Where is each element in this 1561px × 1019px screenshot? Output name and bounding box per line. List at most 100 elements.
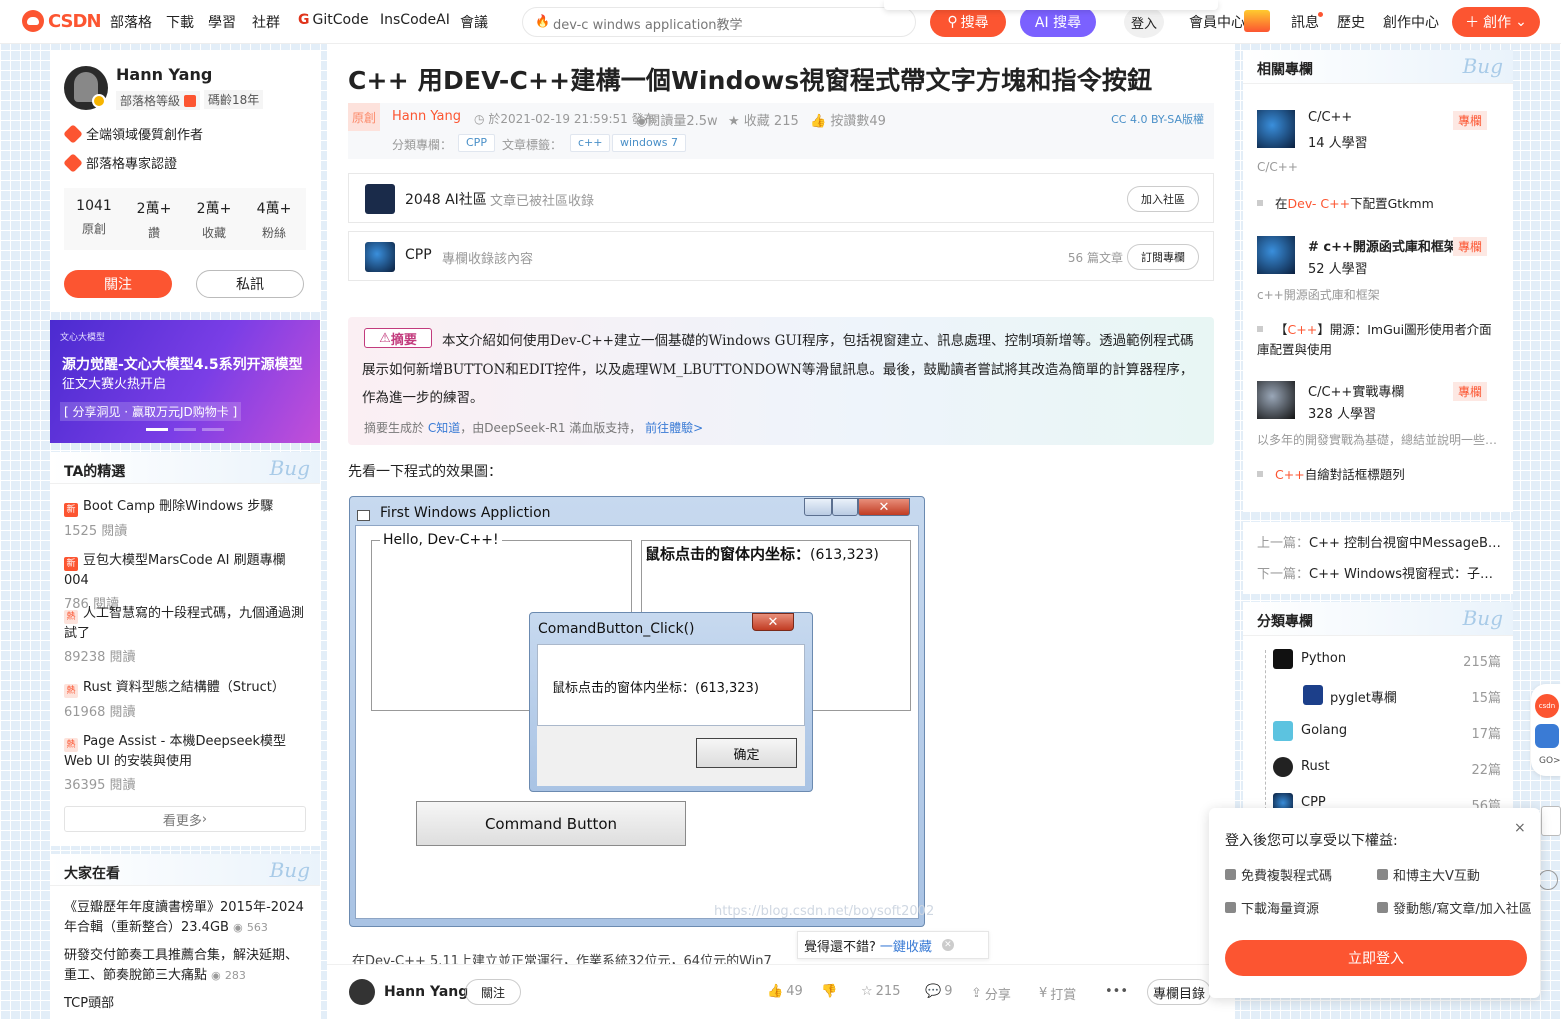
toolbar-dislike-button[interactable]: 👎 bbox=[821, 984, 837, 999]
join-community-button[interactable]: 加入社區 bbox=[1127, 186, 1199, 212]
list-item[interactable]: 熱人工智慧寫的十段程式碼，九個通過測試了 89238 閱讀 bbox=[64, 604, 306, 665]
community-box: 2048 AI社區 文章已被社區收錄 加入社區 bbox=[348, 173, 1214, 223]
one-click-collect-link[interactable]: 一鍵收藏 bbox=[880, 936, 932, 955]
list-item[interactable]: TCP頭部 bbox=[64, 994, 309, 1014]
toolbar-comment-button[interactable]: 💬 9 bbox=[925, 984, 952, 999]
category-item[interactable]: Rust 22篇 bbox=[1257, 757, 1501, 778]
member-center-link[interactable]: 會員中心 bbox=[1189, 12, 1245, 32]
license-link[interactable]: CC 4.0 BY-SA版權 bbox=[1111, 111, 1204, 127]
carousel-dot[interactable] bbox=[146, 428, 168, 431]
community-name[interactable]: 2048 AI社區 bbox=[405, 189, 487, 209]
close-icon[interactable]: × bbox=[1514, 820, 1526, 836]
column-thumb bbox=[1257, 381, 1295, 419]
list-item[interactable]: 新豆包大模型MarsCode AI 刷題專欄004 786 閱讀 bbox=[64, 551, 306, 612]
category-item[interactable]: Golang 17篇 bbox=[1257, 721, 1501, 742]
like-count[interactable]: 👍 按讚數49 bbox=[810, 110, 886, 129]
carousel-dot[interactable] bbox=[202, 428, 224, 431]
stat-collects[interactable]: 2萬+ 收藏 bbox=[184, 198, 244, 241]
coord-label-value: (613,323) bbox=[810, 547, 879, 563]
more-options-icon[interactable]: ••• bbox=[1105, 984, 1128, 999]
toolbar-like-button[interactable]: 👍 49 bbox=[767, 984, 803, 999]
nav-link-learn[interactable]: 學習 bbox=[208, 12, 236, 32]
list-item[interactable]: 研發交付節奏工具推薦合集，解決延期、重工、節奏脫節三大痛點 ◉ 283 bbox=[64, 946, 309, 986]
article-meta: 原創 Hann Yang ◷ 於2021-02-19 21:59:51 發布 ◉… bbox=[348, 103, 1214, 159]
tag-chip[interactable]: c++ bbox=[570, 134, 611, 152]
cknow-link[interactable]: C知道 bbox=[428, 421, 460, 435]
nav-link-inscodeai[interactable]: InsCodeAI bbox=[380, 12, 450, 28]
follow-button[interactable]: 關注 bbox=[64, 270, 172, 298]
promo-banner[interactable]: 文心大模型 源力觉醒-文心大模型4.5系列开源模型 征文大赛火热开启 [ 分享洞… bbox=[50, 320, 320, 443]
ai-search-button[interactable]: AI 搜尋 bbox=[1020, 7, 1096, 37]
login-now-button[interactable]: 立即登入 bbox=[1225, 940, 1527, 976]
stat-value: 1041 bbox=[76, 198, 112, 214]
pen-icon bbox=[1377, 902, 1388, 913]
nav-link-community[interactable]: 社群 bbox=[252, 12, 280, 32]
views-icon: ◉ bbox=[211, 969, 221, 982]
create-button[interactable]: ＋創作 ⌄ bbox=[1452, 7, 1540, 37]
nav-link-blog[interactable]: 部落格 bbox=[110, 12, 152, 32]
stat-original[interactable]: 1041 原創 bbox=[64, 198, 124, 237]
avatar[interactable] bbox=[349, 979, 375, 1005]
csdn-app-icon[interactable]: csdn bbox=[1535, 694, 1559, 718]
list-item[interactable]: 熱 Page Assist - 本機Deepseek模型Web UI 的安裝與使用… bbox=[64, 732, 306, 793]
coord-label-prefix: 鼠标点击的窗体内坐标： bbox=[645, 545, 811, 563]
see-more-button[interactable]: 看更多 › bbox=[64, 806, 306, 832]
summary-text: 本文介紹如何使用Dev-C++建立一個基礎的Windows GUI程序，包括視窗… bbox=[362, 333, 1194, 406]
messages-link[interactable]: 訊息 bbox=[1291, 12, 1323, 32]
login-panel-title: 登入後您可以享受以下權益: bbox=[1225, 833, 1398, 849]
publish-time-text: 於2021-02-19 21:59:51 發布 bbox=[488, 112, 656, 126]
author-name[interactable]: Hann Yang bbox=[116, 65, 212, 84]
nav-link-meeting[interactable]: 會議 bbox=[460, 12, 488, 32]
member-promo-icon[interactable] bbox=[1244, 10, 1270, 32]
toolbar-tip-button[interactable]: ¥ 打賞 bbox=[1039, 984, 1076, 1003]
related-article-link[interactable]: 在Dev- C++下配置Gtkmm bbox=[1257, 194, 1501, 214]
list-item[interactable]: 新 Boot Camp 刪除Windows 步驟 1525 閱讀 bbox=[64, 497, 306, 539]
stat-likes[interactable]: 2萬+ 讚 bbox=[124, 198, 184, 241]
search-button[interactable]: ⚲ 搜尋 bbox=[930, 7, 1006, 37]
collect-count: 215 bbox=[875, 984, 901, 999]
history-link[interactable]: 歷史 bbox=[1337, 12, 1365, 32]
toolbar-collect-button[interactable]: ☆ 215 bbox=[861, 984, 900, 999]
feedback-icon[interactable] bbox=[1538, 870, 1558, 890]
category-chip[interactable]: CPP bbox=[458, 134, 495, 152]
toolbar-share-button[interactable]: ⇪ 分享 bbox=[971, 984, 1011, 1003]
column-desc: 專欄收錄該內容 bbox=[442, 252, 534, 267]
login-button[interactable]: 登入 bbox=[1124, 6, 1164, 38]
category-item[interactable]: Python 215篇 bbox=[1257, 649, 1501, 670]
next-article-link[interactable]: 下一篇：C++ Windows視窗程式：子視窗的建立 bbox=[1257, 563, 1501, 582]
creator-center-link[interactable]: 創作中心 bbox=[1383, 12, 1439, 32]
collect-count[interactable]: ★ 收藏 215 bbox=[728, 110, 799, 129]
category-columns-card: 分類專欄 Bug Python 215篇 pyglet專欄 15篇 Golang 17… bbox=[1243, 602, 1513, 814]
csdn-logo[interactable]: CSDN bbox=[22, 10, 102, 32]
meta-author-link[interactable]: Hann Yang bbox=[392, 109, 461, 124]
phone-icon[interactable] bbox=[1541, 806, 1561, 836]
nav-link-download[interactable]: 下載 bbox=[166, 12, 194, 32]
nav-link-gitcode[interactable]: G GitCode bbox=[298, 12, 369, 28]
private-message-button[interactable]: 私訊 bbox=[196, 270, 304, 298]
try-now-link[interactable]: 前往體驗> bbox=[645, 421, 703, 435]
column-name[interactable]: CPP bbox=[405, 247, 432, 263]
carousel-dot[interactable] bbox=[174, 428, 196, 431]
honor-fullstack: 全端領域優質創作者 bbox=[63, 123, 203, 144]
toolbar-follow-button[interactable]: 關注 bbox=[465, 979, 521, 1005]
ai-assistant-icon[interactable] bbox=[1535, 724, 1559, 748]
benefit-label: 和博主大V互動 bbox=[1393, 869, 1480, 884]
new-badge: 新 bbox=[64, 503, 78, 517]
tag-chip[interactable]: windows 7 bbox=[612, 134, 686, 152]
related-article-link[interactable]: C++自繪對話框標題列 bbox=[1257, 465, 1501, 485]
views-icon: ◉ bbox=[233, 921, 243, 934]
column-tag: 專欄 bbox=[1452, 237, 1487, 256]
go-link[interactable]: GO> bbox=[1539, 756, 1561, 766]
close-icon[interactable]: ✕ bbox=[941, 939, 954, 951]
toolbar-author-name[interactable]: Hann Yang bbox=[384, 984, 468, 1000]
category-item[interactable]: pyglet專欄 15篇 bbox=[1257, 685, 1501, 706]
list-item[interactable]: 《豆瓣歷年年度讀書榜單》2015年-2024年合輯（重新整合）23.4GB ◉ … bbox=[64, 898, 309, 938]
related-article-link[interactable]: 【C++】開源：ImGui圖形使用者介面庫配置與使用 bbox=[1257, 320, 1501, 360]
search-input[interactable]: 🔥 dev-c windws application教学 bbox=[522, 7, 916, 37]
list-item[interactable]: 熱 Rust 資料型態之結構體（Struct） 61968 閱讀 bbox=[64, 678, 306, 720]
stat-fans[interactable]: 4萬+ 粉絲 bbox=[244, 198, 304, 241]
maximize-icon bbox=[832, 498, 858, 516]
column-directory-button[interactable]: 專欄目錄 bbox=[1147, 979, 1211, 1005]
subscribe-column-button[interactable]: 訂閱專欄 bbox=[1127, 244, 1199, 270]
prev-article-link[interactable]: 上一篇：C++ 控制台視窗中MessageBox函數的用法 bbox=[1257, 532, 1501, 551]
